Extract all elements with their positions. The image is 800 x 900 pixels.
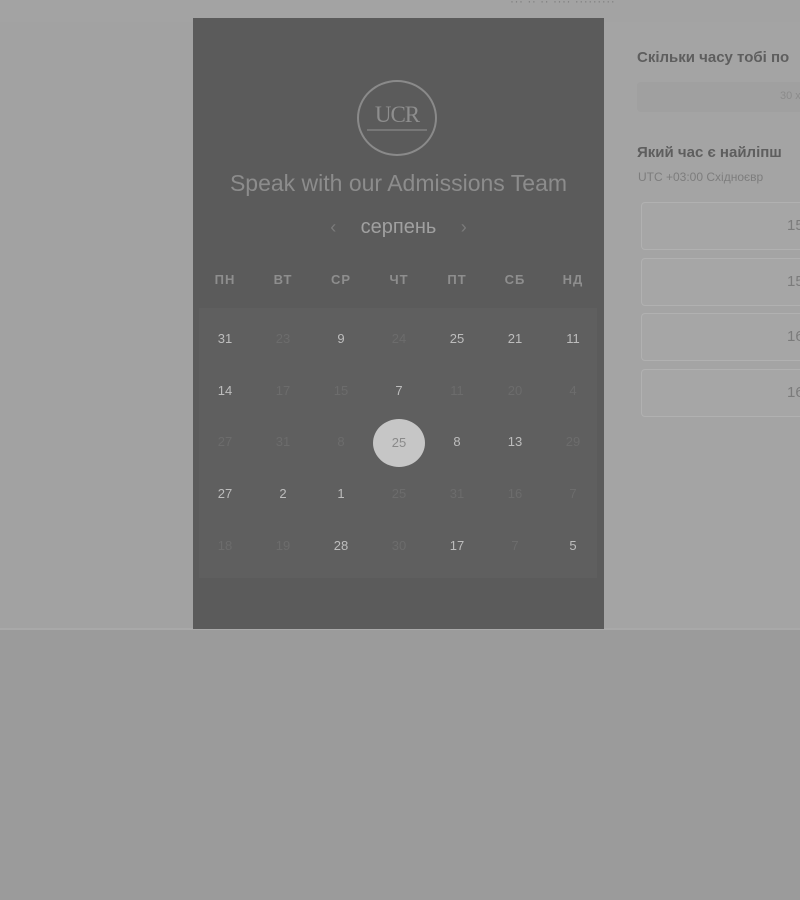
calendar-day-available[interactable]: 8 — [428, 434, 486, 449]
time-slot-button[interactable]: 15 — [641, 202, 800, 250]
calendar-day-unavailable: 8 — [337, 434, 345, 449]
weekday-label: ПН — [214, 272, 236, 287]
calendar-day-unavailable: 4 — [569, 383, 577, 398]
logo-text: UCR — [374, 102, 420, 127]
calendar-day-available[interactable]: 2 — [254, 486, 312, 501]
calendar-day-unavailable: 15 — [333, 383, 349, 398]
calendar-day-available[interactable]: 28 — [312, 538, 370, 553]
time-slot-button[interactable]: 15 — [641, 258, 800, 306]
weekday-label: СР — [330, 272, 352, 287]
month-label: серпень — [360, 216, 437, 238]
time-slot-label: 16 — [787, 328, 800, 345]
calendar-day-unavailable: 19 — [275, 538, 291, 553]
calendar-day-unavailable: 16 — [507, 486, 523, 501]
calendar-day-available[interactable]: 14 — [196, 383, 254, 398]
chevron-left-icon[interactable]: ‹ — [322, 217, 344, 238]
booking-panel: UCR Speak with our Admissions Team ‹ сер… — [193, 18, 604, 629]
calendar-day-available[interactable]: 7 — [370, 383, 428, 398]
panel-title: Speak with our Admissions Team — [229, 170, 568, 196]
calendar-day-available[interactable]: 13 — [486, 434, 544, 449]
calendar-day-unavailable: 30 — [391, 538, 407, 553]
time-slot-label: 15 — [787, 273, 800, 290]
calendar-day-available[interactable]: 11 — [544, 331, 602, 346]
calendar-day-unavailable: 18 — [217, 538, 233, 553]
time-heading: Який час є найліпш — [637, 144, 782, 161]
calendar-day-unavailable: 17 — [275, 383, 291, 398]
selected-day-label: 25 — [391, 435, 407, 450]
selected-day[interactable]: 25 — [373, 419, 425, 467]
calendar-day-unavailable: 24 — [391, 331, 407, 346]
calendar-day-available[interactable]: 31 — [196, 331, 254, 346]
duration-option[interactable]: 30 х — [637, 82, 800, 112]
calendar-day-available[interactable]: 21 — [486, 331, 544, 346]
weekday-label: ПТ — [447, 272, 467, 287]
calendar-day-unavailable: 29 — [565, 434, 581, 449]
top-bar-text: ··· ·· ·· ···· ········· — [510, 0, 616, 8]
calendar-day-available[interactable]: 25 — [428, 331, 486, 346]
calendar-day-unavailable: 25 — [391, 486, 407, 501]
month-navigation: ‹ серпень › — [193, 216, 604, 239]
ucr-logo: UCR — [357, 80, 437, 156]
duration-heading: Скільки часу тобі по — [637, 49, 790, 66]
time-slot-button[interactable]: 16 — [641, 369, 800, 417]
calendar-day-unavailable: 31 — [449, 486, 465, 501]
logo-underline — [367, 129, 427, 131]
chevron-right-icon[interactable]: › — [453, 217, 475, 238]
time-slot-label: 15 — [787, 217, 800, 234]
time-slot-button[interactable]: 16 — [641, 313, 800, 361]
weekday-label: СБ — [504, 272, 526, 287]
calendar-day-unavailable: 27 — [217, 434, 233, 449]
calendar-day-unavailable: 20 — [507, 383, 523, 398]
calendar-day-available[interactable]: 27 — [196, 486, 254, 501]
time-slot-label: 16 — [787, 384, 800, 401]
calendar-day-available[interactable]: 9 — [312, 331, 370, 346]
left-pane — [0, 22, 193, 629]
weekday-label: ВТ — [273, 272, 293, 287]
weekday-label: ЧТ — [389, 272, 409, 287]
duration-value: 30 х — [780, 90, 800, 102]
calendar-day-unavailable: 7 — [511, 538, 519, 553]
calendar-day-available[interactable]: 5 — [544, 538, 602, 553]
calendar-day-available[interactable]: 1 — [312, 486, 370, 501]
calendar-day-unavailable: 31 — [275, 434, 291, 449]
calendar-day-unavailable: 7 — [569, 486, 577, 501]
calendar-day-unavailable: 11 — [450, 383, 464, 398]
weekday-label: НД — [562, 272, 584, 287]
calendar-day-unavailable: 23 — [275, 331, 291, 346]
calendar-day-available[interactable]: 17 — [428, 538, 486, 553]
timezone-label[interactable]: UTC +03:00 Східноєвр — [638, 170, 763, 184]
